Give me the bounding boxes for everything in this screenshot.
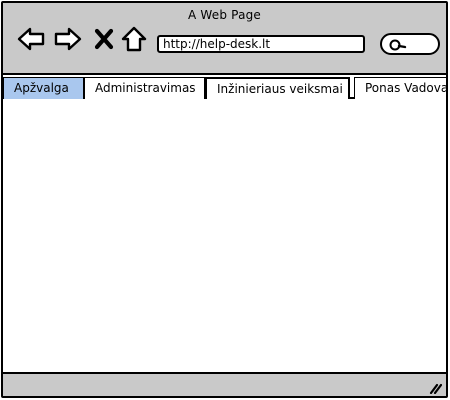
browser-window: A Web Page http://help-desk.lt Apžvalga … (1, 1, 448, 398)
home-icon[interactable] (120, 25, 148, 53)
status-bar (3, 372, 446, 396)
tab-administravimas[interactable]: Administravimas (84, 77, 205, 99)
resize-grip-icon[interactable] (428, 379, 443, 395)
search-box[interactable] (380, 33, 440, 55)
tab-apzvalga[interactable]: Apžvalga (3, 77, 84, 99)
tab-inzinieriaus-veiksmai[interactable]: Inžinieriaus veiksmai (205, 77, 350, 99)
tab-ponas-vadovas[interactable]: Ponas Vadovas (354, 77, 446, 99)
back-arrow-icon[interactable] (17, 25, 45, 53)
window-title: A Web Page (187, 8, 262, 22)
forward-arrow-icon[interactable] (54, 25, 82, 53)
page-content (3, 99, 446, 372)
close-x-icon[interactable] (93, 25, 115, 53)
browser-toolbar: A Web Page http://help-desk.lt (3, 3, 446, 75)
tab-bar: Apžvalga Administravimas Inžinieriaus ve… (3, 77, 446, 99)
address-bar[interactable]: http://help-desk.lt (157, 35, 365, 53)
